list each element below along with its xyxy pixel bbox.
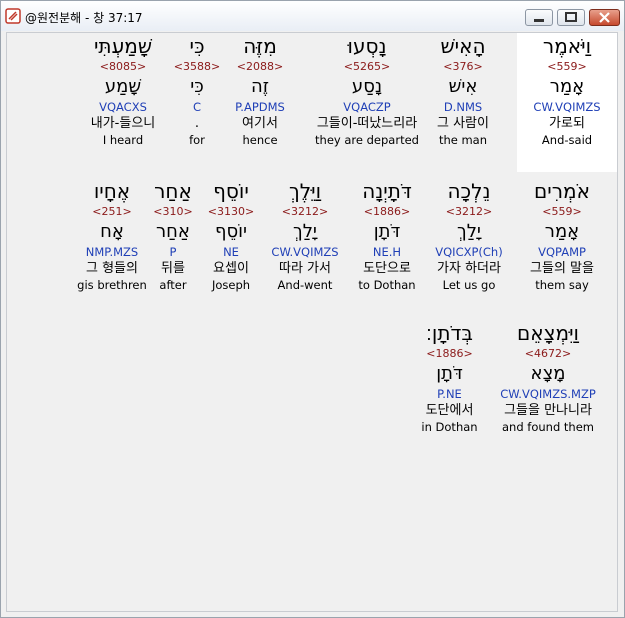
parse-code: VQACXS xyxy=(99,100,147,114)
maximize-icon xyxy=(565,12,577,22)
hebrew-root: נָסַע xyxy=(351,76,383,97)
hebrew-word: אֹמְרִים xyxy=(534,179,590,203)
strong-number: <3212> xyxy=(281,205,329,218)
app-window: @원전분해 - 창 37:17 וַיֹּאמֶר <559> אָמַר CW… xyxy=(0,0,625,618)
korean-gloss: 가로되 xyxy=(549,116,585,131)
word-cell[interactable]: וַיֵּלֶךְ <3212> יָלַךְ CW.VQIMZS 따라 가서 … xyxy=(255,178,355,293)
hebrew-word: אֶחָיו xyxy=(93,179,131,203)
english-gloss: gis brethren xyxy=(77,278,147,292)
hebrew-root: שָׁמַע xyxy=(104,76,142,97)
word-cell[interactable]: וַיִּמְצָאֵם <4672> מָצָא CW.VQIMZS.MZP … xyxy=(488,320,608,435)
hebrew-root: דֹּתָן xyxy=(436,363,463,384)
hebrew-root: אָח xyxy=(100,221,124,242)
hebrew-word: בְּדֹתָן׃ xyxy=(426,321,473,345)
hebrew-root: מָצָא xyxy=(530,363,566,384)
hebrew-word: יוֹסֵף xyxy=(213,179,249,203)
word-cell[interactable]: אֹמְרִים <559> אָמַר VQPAMP 그들의 말을 them … xyxy=(512,178,612,293)
close-icon xyxy=(599,12,610,23)
hebrew-root: אָמַר xyxy=(549,76,585,97)
korean-gloss: 요셉이 xyxy=(213,261,249,276)
parse-code: CW.VQIMZS xyxy=(271,245,339,259)
word-cell[interactable]: אֶחָיו <251> אָח NMP.MZS 그 형들의 gis breth… xyxy=(62,178,162,293)
word-cell[interactable]: נָסְעוּ <5265> נָסַע VQACZP 그들이-떠났느리라 th… xyxy=(302,33,432,148)
strong-number: <4672> xyxy=(524,347,572,360)
maximize-button[interactable] xyxy=(557,9,585,26)
english-gloss: Joseph xyxy=(211,278,251,292)
strong-number: <3130> xyxy=(207,205,255,218)
korean-gloss: 그들의 말을 xyxy=(530,261,594,276)
hebrew-root: יָלַךְ xyxy=(293,221,317,242)
hebrew-word: וַיֹּאמֶר xyxy=(542,34,592,58)
english-gloss: And-went xyxy=(277,278,333,292)
hebrew-word: נָסְעוּ xyxy=(347,34,387,58)
close-button[interactable] xyxy=(589,9,620,26)
hebrew-root: אָמַר xyxy=(544,221,580,242)
parse-code: NMP.MZS xyxy=(85,245,139,259)
word-cell[interactable]: מִזֶּה <2088> זֶה P.APDMS 여기서 hence xyxy=(215,33,305,148)
word-cell[interactable]: כִּי <3588> כִּי C . for xyxy=(167,33,227,148)
strong-number: <251> xyxy=(92,205,132,218)
word-cell[interactable]: יוֹסֵף <3130> יוֹסֵף NE 요셉이 Joseph xyxy=(196,178,266,293)
strong-number: <1886> xyxy=(426,347,473,360)
english-gloss: hence xyxy=(242,133,278,147)
english-gloss: in Dothan xyxy=(421,420,478,434)
minimize-icon xyxy=(534,19,544,22)
english-gloss: And-said xyxy=(541,133,593,147)
title-bar[interactable]: @원전분해 - 창 37:17 xyxy=(1,1,624,31)
window-title: @원전분해 - 창 37:17 xyxy=(25,11,143,25)
parse-code: VQACZP xyxy=(343,100,391,114)
parse-code: C xyxy=(192,100,202,114)
korean-gloss: . xyxy=(194,116,200,131)
parse-code: CW.VQIMZS xyxy=(533,100,601,114)
minimize-button[interactable] xyxy=(525,9,553,26)
word-cell[interactable]: וַיֹּאמֶר <559> אָמַר CW.VQIMZS 가로되 And-… xyxy=(517,33,617,172)
korean-gloss: 따라 가서 xyxy=(279,261,331,276)
korean-gloss: 그 형들의 xyxy=(86,261,138,276)
hebrew-root: כִּי xyxy=(190,76,204,97)
hebrew-root: יוֹסֵף xyxy=(214,221,248,242)
hebrew-word: וַיֵּלֶךְ xyxy=(288,179,322,203)
strong-number: <2088> xyxy=(236,60,284,73)
korean-gloss: 내가-들으니 xyxy=(90,116,156,131)
korean-gloss: 그들을 만나니라 xyxy=(504,403,592,418)
strong-number: <559> xyxy=(547,60,587,73)
hebrew-word: שָׁמַעְתִּי xyxy=(93,34,153,58)
strong-number: <8085> xyxy=(99,60,147,73)
parse-code: VQPAMP xyxy=(538,245,586,259)
hebrew-word: וַיִּמְצָאֵם xyxy=(516,321,579,345)
parse-code: CW.VQIMZS.MZP xyxy=(500,387,596,401)
strong-number: <559> xyxy=(542,205,582,218)
strong-number: <3588> xyxy=(173,60,221,73)
korean-gloss: 도단에서 xyxy=(425,403,474,418)
english-gloss: I heard xyxy=(102,133,144,147)
parse-code: NE xyxy=(223,245,239,259)
parse-code: P.NE xyxy=(437,387,462,401)
hebrew-root: זֶה xyxy=(251,76,269,97)
hebrew-word: מִזֶּה xyxy=(243,34,277,58)
korean-gloss: 그들이-떠났느리라 xyxy=(316,116,418,131)
english-gloss: for xyxy=(189,133,205,147)
english-gloss: and found them xyxy=(502,420,594,434)
strong-number: <5265> xyxy=(343,60,391,73)
app-icon xyxy=(5,8,21,24)
word-cell[interactable]: בְּדֹתָן׃ <1886> דֹּתָן P.NE 도단에서 in Dot… xyxy=(402,320,497,435)
word-analysis-panel: וַיֹּאמֶר <559> אָמַר CW.VQIMZS 가로되 And-… xyxy=(6,32,618,612)
word-cell[interactable]: שָׁמַעְתִּי <8085> שָׁמַע VQACXS 내가-들으니 … xyxy=(73,33,173,148)
english-gloss: them say xyxy=(535,278,589,292)
korean-gloss: 여기서 xyxy=(242,116,278,131)
hebrew-word: כִּי xyxy=(189,34,205,58)
english-gloss: they are departed xyxy=(315,133,419,147)
parse-code: P.APDMS xyxy=(235,100,285,114)
